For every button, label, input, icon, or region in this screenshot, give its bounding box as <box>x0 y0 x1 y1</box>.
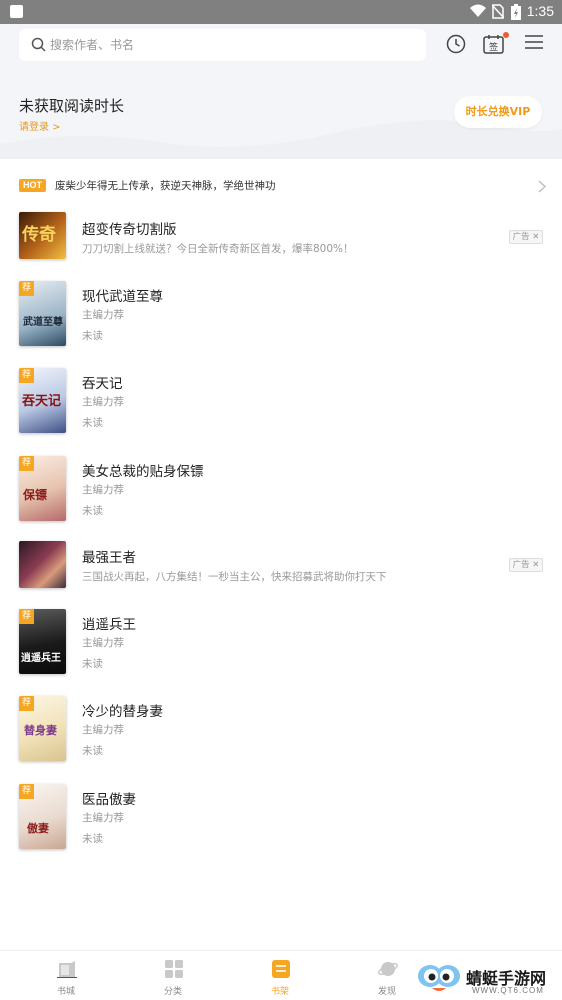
hot-banner[interactable]: HOT 废柴少年得无上传承，获逆天神脉，学绝世神功 <box>0 172 562 200</box>
book-cover: 传奇 <box>19 212 66 259</box>
ad-description: 刀刀切割上线就送？今日全新传奇新区首发，爆率800%！ <box>82 243 354 255</box>
book-cover: 荐 逍遥兵王 <box>19 609 66 674</box>
category-icon <box>165 960 183 978</box>
book-title: 吞天记 <box>82 376 123 392</box>
hot-badge: HOT <box>19 179 46 192</box>
tab-label: 分类 <box>163 987 182 997</box>
watermark-url: WWW.QT6.COM <box>472 986 544 995</box>
book-recommend-label: 主编力荐 <box>82 637 124 649</box>
cover-title: 逍遥兵王 <box>21 653 61 664</box>
history-icon[interactable] <box>446 34 466 54</box>
clock: 1:35 <box>526 3 554 19</box>
book-cover: 荐 保镖 <box>19 456 66 521</box>
read-status: 未读 <box>82 330 103 342</box>
recommend-tag: 荐 <box>19 696 34 711</box>
battery-icon <box>511 4 521 20</box>
book-title: 医品傲妻 <box>82 792 136 808</box>
vip-exchange-button[interactable]: 时长兑换VIP <box>454 96 542 128</box>
header: 签 未获取阅读时长 请登录 > 时长兑换VIP <box>0 24 562 159</box>
site-watermark: 蜻蜓手游网 WWW.QT6.COM <box>414 958 562 1000</box>
book-title: 现代武道至尊 <box>82 289 163 305</box>
cover-title: 替身妻 <box>24 724 57 737</box>
book-title: 冷少的替身妻 <box>82 704 163 720</box>
search-icon <box>31 37 46 52</box>
read-status: 未读 <box>82 417 103 429</box>
recommend-tag: 荐 <box>19 456 34 471</box>
cover-title: 保镖 <box>23 488 48 502</box>
tab-bookstore[interactable]: 书城 <box>21 951 111 1000</box>
bookshelf-icon <box>272 960 290 978</box>
wifi-icon <box>470 4 486 17</box>
book-title: 最强王者 <box>82 550 136 566</box>
ad-close-tag[interactable]: 广告 ✕ <box>509 558 543 572</box>
book-recommend-label: 主编力荐 <box>82 724 124 736</box>
book-cover <box>19 541 66 588</box>
cover-title: 传奇 <box>22 225 56 245</box>
book-recommend-label: 主编力荐 <box>82 309 124 321</box>
book-recommend-label: 主编力荐 <box>82 812 124 824</box>
sign-label: 签 <box>489 41 498 53</box>
book-title: 美女总裁的贴身保镖 <box>82 464 204 480</box>
ad-description: 三国战火再起，八方集结！一秒当主公，快来招募武将助你打天下 <box>82 571 387 583</box>
book-title: 超变传奇切割版 <box>82 222 177 238</box>
read-status: 未读 <box>82 658 103 670</box>
book-recommend-label: 主编力荐 <box>82 484 124 496</box>
read-status: 未读 <box>82 833 103 845</box>
no-sim-icon <box>492 4 504 19</box>
recommend-tag: 荐 <box>19 609 34 624</box>
book-title: 逍遥兵王 <box>82 617 136 633</box>
tab-category[interactable]: 分类 <box>128 951 218 1000</box>
read-status: 未读 <box>82 505 103 517</box>
hot-text: 废柴少年得无上传承，获逆天神脉，学绝世神功 <box>55 180 276 192</box>
book-cover: 荐 替身妻 <box>19 696 66 761</box>
chevron-right-icon <box>538 180 546 193</box>
recommend-tag: 荐 <box>19 368 34 383</box>
tab-bookshelf[interactable]: 书架 <box>235 951 325 1000</box>
book-cover: 荐 武道至尊 <box>19 281 66 346</box>
sign-in-icon[interactable]: 签 <box>483 34 504 54</box>
login-link[interactable]: 请登录 > <box>19 118 61 133</box>
dragonfly-logo-icon <box>418 965 460 991</box>
recommend-tag: 荐 <box>19 281 34 296</box>
cover-title: 吞天记 <box>22 394 62 409</box>
reading-time-label: 未获取阅读时长 <box>19 97 125 115</box>
tab-label: 书架 <box>270 987 289 997</box>
cover-title: 傲妻 <box>27 822 49 835</box>
cover-title: 武道至尊 <box>23 317 63 328</box>
search-bar[interactable] <box>19 29 426 61</box>
tab-label: 书城 <box>56 987 75 997</box>
planet-icon <box>378 962 398 976</box>
recommend-tag: 荐 <box>19 784 34 799</box>
ad-close-tag[interactable]: 广告 ✕ <box>509 230 543 244</box>
notification-icon <box>10 5 23 18</box>
search-input[interactable] <box>50 29 410 61</box>
book-cover: 荐 吞天记 <box>19 368 66 433</box>
status-bar: 1:35 <box>0 0 562 24</box>
notification-dot <box>503 32 509 38</box>
book-cover: 荐 傲妻 <box>19 784 66 849</box>
menu-icon[interactable] <box>525 34 543 50</box>
bookstore-icon <box>57 961 77 978</box>
book-recommend-label: 主编力荐 <box>82 396 124 408</box>
read-status: 未读 <box>82 745 103 757</box>
